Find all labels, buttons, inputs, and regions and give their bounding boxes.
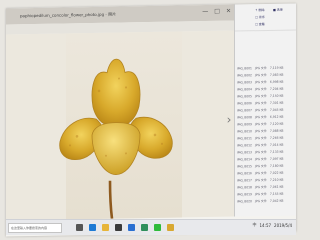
minimize-button[interactable]: — bbox=[202, 8, 208, 16]
file-size: 7,042 KB bbox=[269, 198, 284, 203]
taskbar-app-icons bbox=[76, 224, 174, 231]
explorer-icon[interactable] bbox=[102, 224, 109, 231]
file-row[interactable]: IMG_8020 JPG 文件 7,042 KB bbox=[235, 198, 296, 206]
explorer-action-view[interactable]: □ 查看 bbox=[255, 22, 265, 26]
taskbar: 在这里输入你要搜索的内容 中 14:57 2019/5/4 bbox=[6, 219, 296, 235]
task-view-icon[interactable] bbox=[76, 224, 83, 231]
edge-icon[interactable] bbox=[89, 224, 96, 231]
file-name: IMG_8020 bbox=[237, 199, 252, 204]
close-button[interactable]: ✕ bbox=[226, 8, 231, 16]
mail-icon[interactable] bbox=[128, 224, 135, 231]
file-explorer-pane: ↑ 删除 □ 排序 □ 查看 ■ 选择 IMG_8001 JPG 文件 7,119 … bbox=[234, 3, 296, 217]
explorer-action-delete[interactable]: ↑ 删除 bbox=[255, 8, 264, 12]
file-type: JPG 文件 bbox=[254, 198, 267, 204]
input-method-indicator[interactable]: 中 bbox=[253, 222, 257, 228]
folder-icon[interactable] bbox=[167, 224, 174, 231]
store-icon[interactable] bbox=[115, 224, 122, 231]
photos-icon[interactable] bbox=[141, 224, 148, 231]
file-list: IMG_8001 JPG 文件 7,119 KB IMG_8002 JPG 文件 7,08… bbox=[235, 65, 296, 206]
next-photo-arrow[interactable]: › bbox=[224, 111, 234, 129]
system-tray: 中 14:57 2019/5/4 bbox=[253, 222, 293, 228]
window-title: paphiopedilum_concolor_flower_photo.jpg … bbox=[20, 11, 117, 19]
taskbar-search-box[interactable]: 在这里输入你要搜索的内容 bbox=[8, 222, 62, 233]
explorer-action-select[interactable]: ■ 选择 bbox=[273, 8, 283, 12]
maximize-button[interactable]: □ bbox=[214, 8, 220, 16]
clock[interactable]: 14:57 bbox=[260, 223, 272, 228]
orchid-photo bbox=[59, 58, 173, 219]
projected-screen: paphiopedilum_concolor_flower_photo.jpg … bbox=[6, 3, 296, 237]
wechat-icon[interactable] bbox=[154, 224, 161, 231]
explorer-action-sort[interactable]: □ 排序 bbox=[255, 15, 265, 19]
photo-canvas[interactable]: › bbox=[6, 30, 234, 221]
window-controls: — □ ✕ bbox=[202, 8, 231, 17]
date[interactable]: 2019/5/4 bbox=[274, 223, 292, 228]
explorer-ribbon: ↑ 删除 □ 排序 □ 查看 ■ 选择 bbox=[235, 3, 296, 32]
